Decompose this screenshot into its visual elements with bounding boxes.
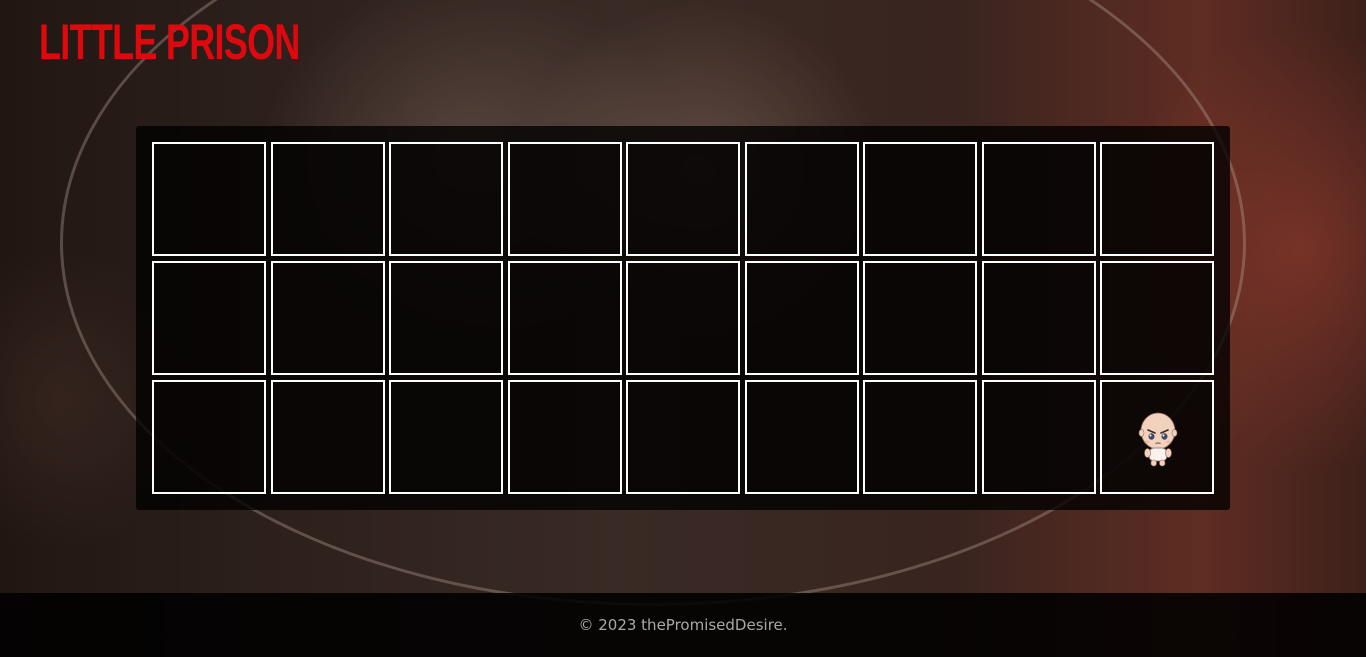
board-cell-r2-c3[interactable] xyxy=(389,261,503,375)
footer: © 2023 thePromisedDesire. xyxy=(0,593,1366,657)
board-cell-r3-c8[interactable] xyxy=(981,380,1096,494)
board-cell-r2-c5[interactable] xyxy=(626,261,740,375)
board-cell-r3-c4[interactable] xyxy=(507,380,622,494)
player-character-icon[interactable] xyxy=(1138,412,1178,468)
board-cell-r3-c6[interactable] xyxy=(744,380,859,494)
board-cell-r3-c7[interactable] xyxy=(863,380,977,494)
board-cell-r2-c7[interactable] xyxy=(863,261,977,375)
logo-title: LITTLE PRISON xyxy=(39,14,300,70)
board-cell-r1-c3[interactable] xyxy=(389,142,503,256)
footer-copyright: © 2023 thePromisedDesire. xyxy=(578,616,788,634)
board-cell-r2-c4[interactable] xyxy=(507,261,622,375)
board-cell-r3-c5[interactable] xyxy=(626,380,740,494)
board-cell-r1-c8[interactable] xyxy=(981,142,1096,256)
board-cell-r1-c4[interactable] xyxy=(507,142,622,256)
board-cell-r1-c5[interactable] xyxy=(626,142,740,256)
board-cell-r1-c2[interactable] xyxy=(270,142,385,256)
game-board xyxy=(136,126,1230,510)
board-cell-r1-c6[interactable] xyxy=(744,142,859,256)
board-grid xyxy=(152,142,1214,494)
board-cell-r2-c2[interactable] xyxy=(270,261,385,375)
board-cell-r2-c1[interactable] xyxy=(152,261,266,375)
board-cell-r1-c9[interactable] xyxy=(1100,142,1214,256)
board-cell-r2-c6[interactable] xyxy=(744,261,859,375)
board-cell-r2-c9[interactable] xyxy=(1100,261,1214,375)
board-cell-r3-c3[interactable] xyxy=(389,380,503,494)
board-cell-r3-c2[interactable] xyxy=(270,380,385,494)
board-cell-r3-c1[interactable] xyxy=(152,380,266,494)
board-cell-r2-c8[interactable] xyxy=(981,261,1096,375)
board-cell-r1-c1[interactable] xyxy=(152,142,266,256)
board-cell-r3-c9[interactable] xyxy=(1100,380,1214,494)
board-cell-r1-c7[interactable] xyxy=(863,142,977,256)
